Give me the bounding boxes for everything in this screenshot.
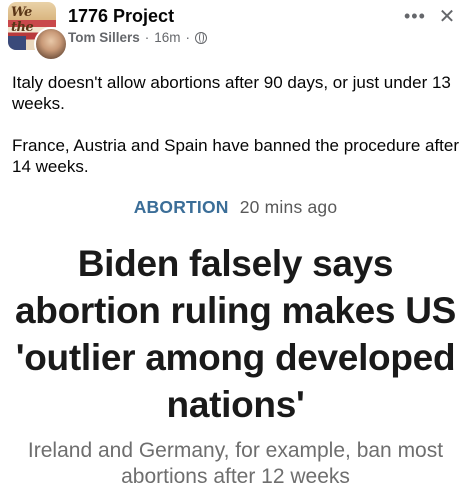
article-kicker: ABORTION 20 mins ago	[0, 194, 471, 220]
more-options-icon[interactable]: •••	[404, 7, 428, 25]
article-category[interactable]: ABORTION	[134, 197, 229, 217]
user-avatar[interactable]	[34, 27, 68, 61]
post-paragraph: France, Austria and Spain have banned th…	[12, 136, 460, 176]
post-text: Italy doesn't allow abortions after 90 d…	[12, 72, 462, 198]
close-icon[interactable]: ✕	[438, 7, 456, 27]
flag-canton	[8, 36, 26, 50]
article-time: 20 mins ago	[239, 197, 338, 217]
globe-icon	[195, 31, 208, 44]
post-header: We the 1776 Project Tom Sillers · 16m · …	[0, 0, 471, 62]
post-time[interactable]: 16m	[154, 30, 180, 45]
shared-article[interactable]: ABORTION 20 mins ago Biden falsely says …	[0, 194, 471, 490]
article-subhead: Ireland and Germany, for example, ban mo…	[27, 439, 444, 488]
post-meta: Tom Sillers · 16m ·	[68, 30, 208, 45]
article-headline[interactable]: Biden falsely says abortion ruling makes…	[6, 240, 466, 428]
author-name[interactable]: Tom Sillers	[68, 30, 140, 45]
group-name[interactable]: 1776 Project	[68, 6, 174, 27]
post-paragraph: Italy doesn't allow abortions after 90 d…	[12, 73, 451, 113]
meta-separator-2: ·	[185, 30, 191, 45]
avatar-group[interactable]: We the	[8, 2, 68, 61]
meta-separator: ·	[144, 30, 150, 45]
